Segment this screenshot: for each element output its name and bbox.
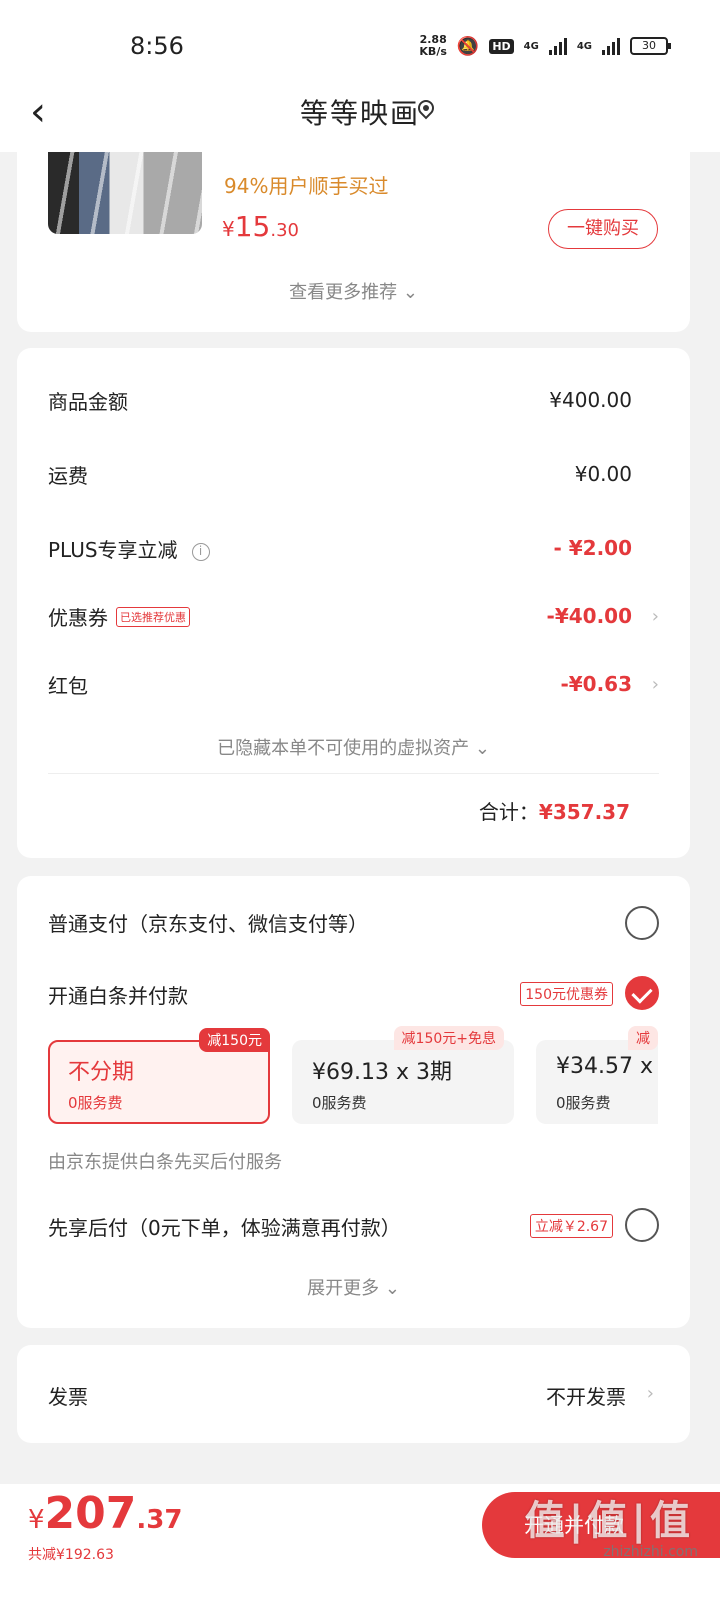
final-price: ¥207.37 [28,1488,183,1539]
network-4g-label: 4G [523,40,539,52]
recommendation-subtitle: 94%用户顺手买过 [224,174,389,198]
more-recommendations-link[interactable]: 查看更多推荐 ⌄ [17,278,690,304]
recommendation-card: 94%用户顺手买过 ¥15.30 一键购买 查看更多推荐 ⌄ [17,152,690,332]
divider [48,773,659,774]
chevron-right-icon: › [646,1383,654,1404]
page-title: 等等映画 [299,97,420,130]
bottom-bar: ¥207.37 共减¥192.63 开通并付款 值|值|值 zhizhizhi.… [0,1484,720,1600]
status-time: 8:56 [130,32,184,60]
payment-option-normal-label[interactable]: 普通支付（京东支付、微信支付等） [48,908,368,937]
plan-badge: 减150元 [199,1028,270,1052]
payment-option-normal-radio[interactable] [625,906,659,940]
info-icon[interactable]: i [191,543,210,561]
plan-badge: 减150元+免息 [393,1026,504,1050]
price-row-goods: 商品金额 ¥400.00 [48,388,632,414]
invoice-value: 不开发票 [546,1385,626,1409]
price-details-card: 商品金额 ¥400.00 运费 ¥0.00 PLUS专享立减 i - ¥2.00 … [17,348,690,858]
one-click-buy-button[interactable]: 一键购买 [548,209,658,249]
price-row-coupon[interactable]: 优惠券 已选推荐优惠 -¥40.00 › [48,602,659,636]
status-icons: 2.88 KB/s 🔕 HD 4G 4G 30 [419,33,671,58]
nav-bar: ‹ 等等映画 [0,90,720,152]
expand-more-toggle[interactable]: 展开更多 ⌄ [17,1274,690,1300]
plan-6-installments[interactable]: 减 ¥34.57 x 6 0服务费 [536,1026,658,1124]
payment-card: 普通支付（京东支付、微信支付等） 开通白条并付款 150元优惠券 减150元 不… [17,876,690,1328]
total-amount: ¥357.37 [538,800,630,824]
payment-option-pay-later-label[interactable]: 先享后付（0元下单，体验满意再付款） [48,1212,401,1241]
pay-later-discount-tag: 立减￥2.67 [529,1214,613,1238]
hd-icon: HD [489,38,514,54]
watermark-logo: 值|值|值 [524,1498,694,1544]
coupon-150-tag: 150元优惠券 [520,982,613,1006]
invoice-row[interactable]: 发票 不开发票 › [17,1345,690,1443]
hidden-assets-toggle[interactable]: 已隐藏本单不可使用的虚拟资产 ⌄ [17,734,690,760]
plan-no-installment[interactable]: 减150元 不分期 0服务费 [48,1028,270,1124]
product-image[interactable] [48,152,202,234]
mute-bell-icon: 🔕 [456,35,480,57]
watermark-url: zhizhizhi.com [603,1544,698,1560]
signal-icon-2 [602,37,620,55]
net-speed: 2.88 KB/s [419,33,447,58]
recommendation-price: ¥15.30 [222,210,300,243]
chevron-right-icon: › [651,674,659,695]
plan-3-installments[interactable]: 减150元+免息 ¥69.13 x 3期 0服务费 [292,1026,514,1124]
total-line: 合计：¥357.37 [478,800,630,824]
price-row-red-packet[interactable]: 红包 -¥0.63 › [48,670,659,704]
battery-icon: 30 [630,37,671,55]
chevron-right-icon: › [651,606,659,627]
payment-option-baitiao-radio[interactable] [625,976,659,1010]
plan-badge: 减 [628,1026,658,1050]
total-saved: 共减¥192.63 [28,1547,114,1563]
status-bar: 8:56 2.88 KB/s 🔕 HD 4G 4G 30 [0,0,720,90]
invoice-label: 发票 [48,1385,88,1409]
payment-option-baitiao-label[interactable]: 开通白条并付款 [48,980,188,1009]
signal-icon [548,37,567,55]
installment-plans: 减150元 不分期 0服务费 减150元+免息 ¥69.13 x 3期 0服务费… [48,1026,658,1136]
coupon-tag: 已选推荐优惠 [116,607,190,627]
network-4g-label-2: 4G [576,40,592,52]
price-row-shipping: 运费 ¥0.00 [48,462,632,488]
service-note: 由京东提供白条先买后付服务 [48,1152,282,1173]
payment-option-pay-later-radio[interactable] [625,1208,659,1242]
price-row-plus-discount: PLUS专享立减 i - ¥2.00 [48,536,632,562]
